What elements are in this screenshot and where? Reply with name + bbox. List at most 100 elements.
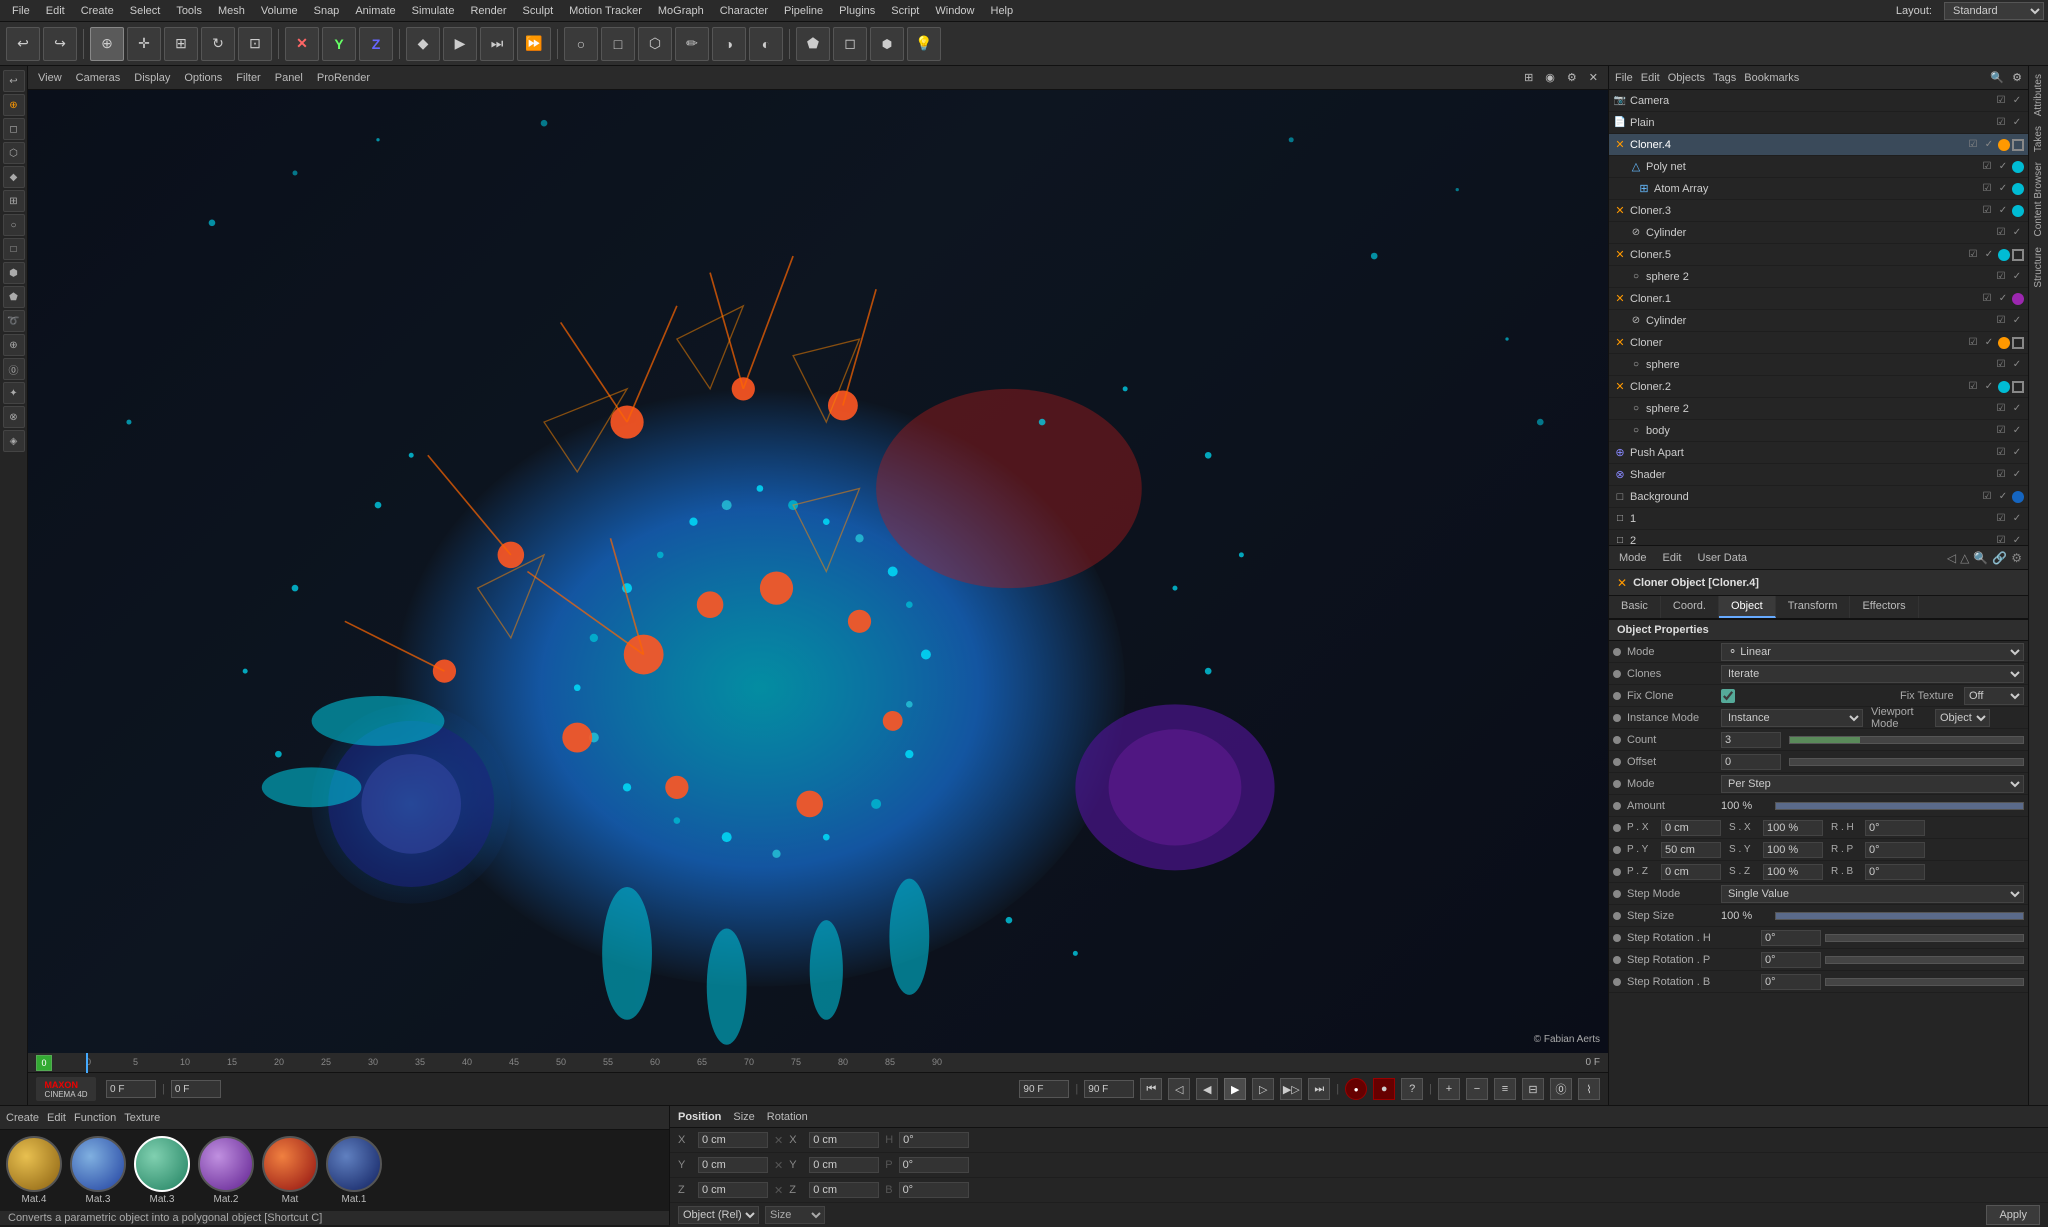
material-item-mat[interactable]: Mat xyxy=(262,1136,318,1205)
coord-y-size[interactable] xyxy=(809,1157,879,1173)
cloner5-vis-1[interactable]: ☑ xyxy=(1966,248,1980,262)
om-file[interactable]: File xyxy=(1615,72,1633,84)
attr-mode-button[interactable]: Mode xyxy=(1615,552,1651,564)
coord-y-rot[interactable] xyxy=(899,1157,969,1173)
mat-texture[interactable]: Texture xyxy=(124,1112,160,1124)
menu-create[interactable]: Create xyxy=(73,5,122,17)
mat2-vis-2[interactable]: ✓ xyxy=(2010,534,2024,546)
obj-row-cloner1[interactable]: ✕ Cloner.1 ☑ ✓ xyxy=(1609,288,2028,310)
vp-icon-settings[interactable]: ⚙ xyxy=(1563,71,1581,84)
attr-pz-input[interactable] xyxy=(1661,864,1721,880)
obj-row-pushapart[interactable]: ⊕ Push Apart ☑ ✓ xyxy=(1609,442,2028,464)
left-tool-11[interactable]: ➰ xyxy=(3,310,25,332)
menu-sculpt[interactable]: Sculpt xyxy=(515,5,562,17)
brush-tool-button[interactable]: ✏ xyxy=(675,27,709,61)
menu-mograph[interactable]: MoGraph xyxy=(650,5,712,17)
attr-tab-basic[interactable]: Basic xyxy=(1609,596,1661,618)
snap-button[interactable]: ◐ xyxy=(749,27,783,61)
vp-prorender-menu[interactable]: ProRender xyxy=(313,72,374,84)
sphere2c5-vis-1[interactable]: ☑ xyxy=(1994,270,2008,284)
om-settings-icon[interactable]: ⚙ xyxy=(2012,71,2022,84)
attr-offset-input[interactable] xyxy=(1721,754,1781,770)
obj-row-background[interactable]: □ Background ☑ ✓ xyxy=(1609,486,2028,508)
mat-function[interactable]: Function xyxy=(74,1112,116,1124)
coord-z-pos[interactable] xyxy=(698,1182,768,1198)
frame-display[interactable] xyxy=(171,1080,221,1098)
menu-select[interactable]: Select xyxy=(122,5,169,17)
coord-x-size[interactable] xyxy=(809,1132,879,1148)
spherec-vis-2[interactable]: ✓ xyxy=(2010,358,2024,372)
obj-row-cloner5[interactable]: ✕ Cloner.5 ☑ ✓ xyxy=(1609,244,2028,266)
attr-link-icon[interactable]: 🔗 xyxy=(1992,551,2007,565)
prev-key-button[interactable]: ◀ xyxy=(1196,1078,1218,1100)
layout-dropdown[interactable]: Standard xyxy=(1944,2,2044,20)
grid-button[interactable]: ⬟ xyxy=(796,27,830,61)
spherec-vis-1[interactable]: ☑ xyxy=(1994,358,2008,372)
menu-render[interactable]: Render xyxy=(462,5,514,17)
render-region-button[interactable]: ▶ xyxy=(443,27,477,61)
poly-mode-button[interactable]: ⬡ xyxy=(638,27,672,61)
cloner3-vis-2[interactable]: ✓ xyxy=(1996,204,2010,218)
vp-panel-menu[interactable]: Panel xyxy=(271,72,307,84)
camera-vis-2[interactable]: ✓ xyxy=(2010,94,2024,108)
background-vis-1[interactable]: ☑ xyxy=(1980,490,1994,504)
om-edit[interactable]: Edit xyxy=(1641,72,1660,84)
attr-prev-icon[interactable]: ◁ xyxy=(1947,551,1956,565)
move-tool-button[interactable]: ✛ xyxy=(127,27,161,61)
left-tool-15[interactable]: ⊗ xyxy=(3,406,25,428)
attr-stepmode-dropdown[interactable]: Single Value xyxy=(1721,885,2024,903)
dope-sheet-button[interactable]: ⊟ xyxy=(1522,1078,1544,1100)
obj-row-shader[interactable]: ⊗ Shader ☑ ✓ xyxy=(1609,464,2028,486)
cloner5-vis-2[interactable]: ✓ xyxy=(1982,248,1996,262)
attr-rb-input[interactable] xyxy=(1865,864,1925,880)
obj-row-cloner4[interactable]: ✕ Cloner.4 ☑ ✓ xyxy=(1609,134,2028,156)
obj-row-cloner[interactable]: ✕ Cloner ☑ ✓ xyxy=(1609,332,2028,354)
obj-row-sphere2-c5[interactable]: ○ sphere 2 ☑ ✓ xyxy=(1609,266,2028,288)
obj-row-plain[interactable]: 📄 Plain ☑ ✓ xyxy=(1609,112,2028,134)
material-item-mat4[interactable]: Mat.4 xyxy=(6,1136,62,1205)
cloner3-vis-1[interactable]: ☑ xyxy=(1980,204,1994,218)
x-axis-button[interactable]: ✕ xyxy=(285,27,319,61)
mat-edit[interactable]: Edit xyxy=(47,1112,66,1124)
attr-steprotB-input[interactable] xyxy=(1761,974,1821,990)
menu-snap[interactable]: Snap xyxy=(306,5,348,17)
right-tab-structure[interactable]: Structure xyxy=(2031,243,2046,292)
attr-steprotP-slider[interactable] xyxy=(1825,956,2024,964)
polynet-vis-1[interactable]: ☑ xyxy=(1980,160,1994,174)
cloner1-vis-1[interactable]: ☑ xyxy=(1980,292,1994,306)
vp-icon-camera[interactable]: ◉ xyxy=(1541,71,1559,84)
object-list[interactable]: 📷 Camera ☑ ✓ 📄 Plain ☑ xyxy=(1609,90,2028,545)
left-tool-5[interactable]: ◆ xyxy=(3,166,25,188)
plain-vis-2[interactable]: ✓ xyxy=(2010,116,2024,130)
cloner-vis-2[interactable]: ✓ xyxy=(1982,336,1996,350)
attr-rh-input[interactable] xyxy=(1865,820,1925,836)
menu-plugins[interactable]: Plugins xyxy=(831,5,883,17)
attr-tab-effectors[interactable]: Effectors xyxy=(1850,596,1918,618)
attr-count-input[interactable] xyxy=(1721,732,1781,748)
attr-px-input[interactable] xyxy=(1661,820,1721,836)
mat2-vis-1[interactable]: ☑ xyxy=(1994,534,2008,546)
attr-userdata-button[interactable]: User Data xyxy=(1694,552,1752,564)
render-queue-button[interactable]: ⏩ xyxy=(517,27,551,61)
menu-edit[interactable]: Edit xyxy=(38,5,73,17)
attr-steprotH-slider[interactable] xyxy=(1825,934,2024,942)
left-tool-12[interactable]: ⊕ xyxy=(3,334,25,356)
apply-button[interactable]: Apply xyxy=(1986,1205,2040,1225)
attr-stepsize-slider[interactable] xyxy=(1775,912,2024,920)
coord-z-size[interactable] xyxy=(809,1182,879,1198)
render-active-button[interactable]: ⏭ xyxy=(480,27,514,61)
body-vis-1[interactable]: ☑ xyxy=(1994,424,2008,438)
attr-amount-slider[interactable] xyxy=(1775,802,2024,810)
menu-file[interactable]: File xyxy=(4,5,38,17)
attr-tab-object[interactable]: Object xyxy=(1719,596,1776,618)
left-tool-9[interactable]: ⬢ xyxy=(3,262,25,284)
attr-sy-input[interactable] xyxy=(1763,842,1823,858)
menu-script[interactable]: Script xyxy=(883,5,927,17)
undo-button[interactable]: ↩ xyxy=(6,27,40,61)
point-mode-button[interactable]: ○ xyxy=(564,27,598,61)
mat1-vis-1[interactable]: ☑ xyxy=(1994,512,2008,526)
attr-count-slider[interactable] xyxy=(1789,736,2024,744)
add-key-button[interactable]: + xyxy=(1438,1078,1460,1100)
attr-next-icon[interactable]: △ xyxy=(1960,551,1969,565)
left-tool-2[interactable]: ⊕ xyxy=(3,94,25,116)
